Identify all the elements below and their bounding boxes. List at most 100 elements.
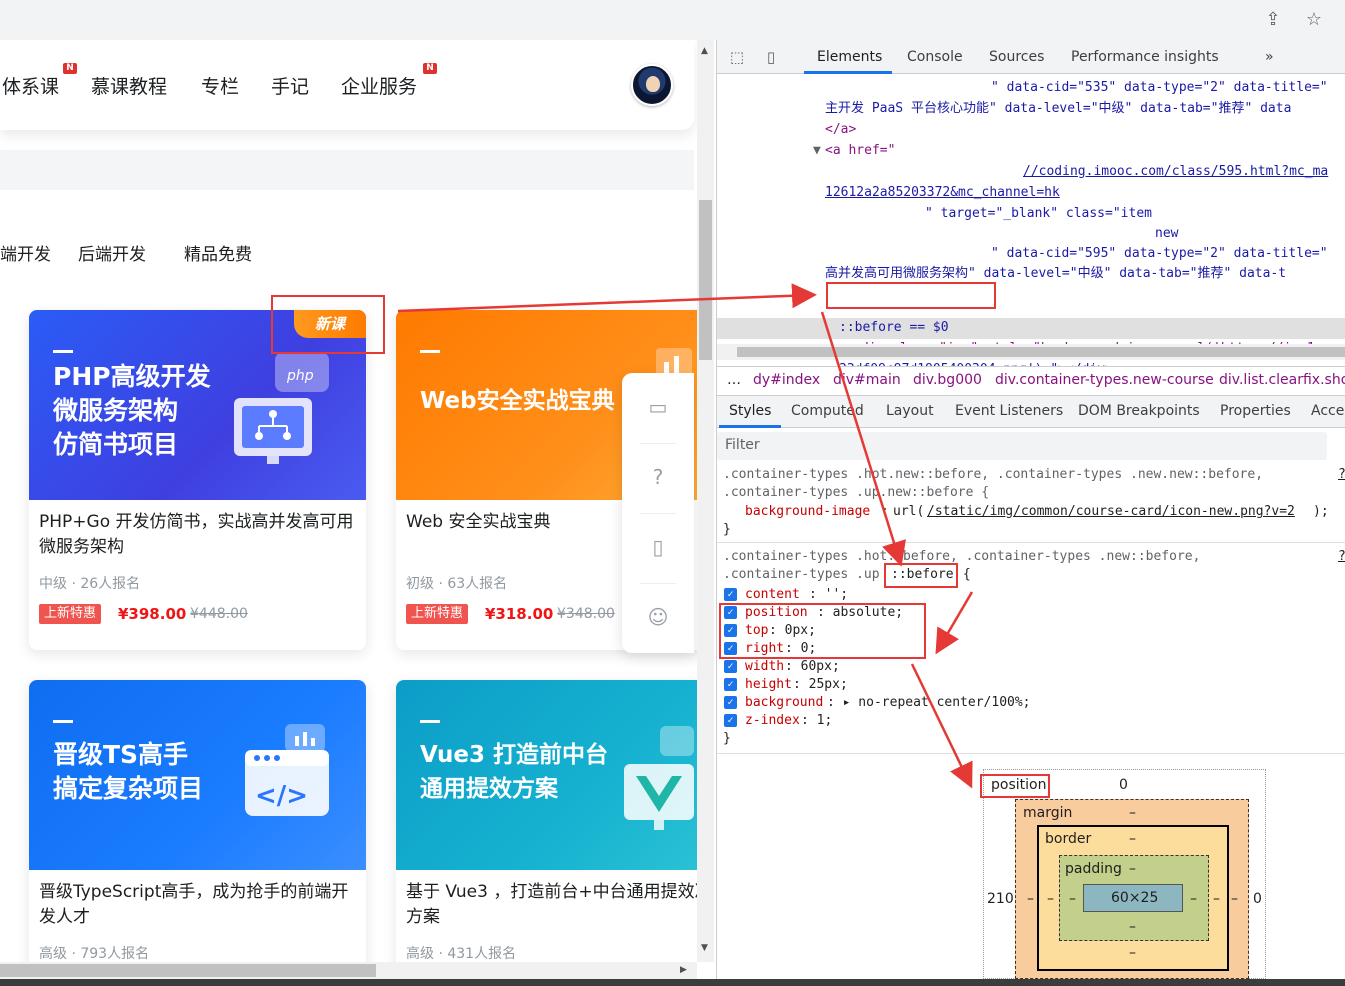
scrollbar-thumb[interactable] (699, 200, 712, 360)
course-card[interactable]: PHP高级开发 微服务架构 仿简书项目 php 新课 PHP+Go 开发仿简书，… (29, 310, 366, 650)
page-horizontal-scrollbar[interactable]: ▶ (0, 962, 697, 979)
dom-line[interactable]: <a href=" (825, 141, 895, 162)
pseudo-before-node[interactable]: ::before == $0 (839, 318, 949, 339)
border-left-value[interactable]: – (1047, 891, 1054, 907)
more-tabs-icon[interactable]: » (1265, 49, 1274, 65)
scroll-down-arrow-icon[interactable]: ▼ (701, 943, 708, 953)
scrollbar-thumb[interactable] (737, 347, 1345, 357)
breadcrumb-item[interactable]: dy#index (753, 372, 820, 388)
nav-item-tutorials[interactable]: 慕课教程 (91, 72, 167, 99)
css-property[interactable]: height (745, 676, 792, 694)
tab-styles[interactable]: Styles (729, 403, 771, 419)
nav-item-columns[interactable]: 专栏 (201, 72, 239, 99)
tab-layout[interactable]: Layout (886, 403, 934, 419)
css-property[interactable]: background-image (745, 503, 870, 521)
css-colon: : (827, 695, 843, 710)
box-model-diagram: position 0 210 0 – margin – – – border –… (983, 769, 1266, 979)
course-title[interactable]: 基于 Vue3 ，打造前台+中台通用提效决方案 (406, 880, 697, 930)
category-tab-backend[interactable]: 后端开发 (78, 240, 146, 265)
breadcrumb-more[interactable]: … (727, 372, 741, 388)
property-checkbox[interactable]: ✓ (724, 588, 737, 601)
css-source-link[interactable]: ? (1338, 548, 1345, 566)
mobile-app-icon[interactable]: ▯ (644, 533, 672, 561)
feedback-icon[interactable]: ☺ (644, 603, 672, 631)
scroll-up-arrow-icon[interactable]: ▲ (701, 46, 708, 56)
css-property[interactable]: background (745, 694, 823, 712)
css-value[interactable]: : 1; (801, 712, 832, 730)
margin-top-value[interactable]: – (1129, 805, 1136, 821)
course-card[interactable]: 晋级TS高手 搞定复杂项目 </> 晋级TypeScript高手，成为抢手的前端… (29, 680, 366, 962)
message-icon[interactable]: ▭ (644, 393, 672, 421)
dom-horizontal-scrollbar[interactable] (717, 344, 1345, 360)
tab-properties[interactable]: Properties (1220, 403, 1291, 419)
expand-triangle-icon[interactable]: ▼ (813, 141, 821, 162)
tab-dom-breakpoints[interactable]: DOM Breakpoints (1078, 403, 1200, 419)
dom-line[interactable]: new (1155, 224, 1178, 245)
dom-line[interactable]: " target="_blank" class="item (925, 204, 1152, 225)
padding-left-value[interactable]: – (1069, 891, 1076, 907)
position-top-value[interactable]: 0 (1119, 777, 1128, 793)
tab-event-listeners[interactable]: Event Listeners (955, 403, 1063, 419)
border-right-value[interactable]: – (1213, 891, 1220, 907)
dom-line[interactable]: " data-cid="595" data-type="2" data-titl… (991, 244, 1328, 265)
dom-link[interactable]: 12612a2a85203372&mc_channel=hk (825, 183, 1060, 204)
css-property[interactable]: width (745, 658, 784, 676)
margin-right-value[interactable]: – (1231, 891, 1238, 907)
dom-line[interactable]: " data-cid="535" data-type="2" data-titl… (991, 78, 1328, 99)
property-checkbox[interactable]: ✓ (724, 696, 737, 709)
css-value[interactable]: : ''; (809, 586, 848, 604)
property-checkbox[interactable]: ✓ (724, 660, 737, 673)
course-title[interactable]: PHP+Go 开发仿简书，实战高并发高可用微服务架构 (39, 510, 357, 560)
nav-item-enterprise[interactable]: 企业服务 (341, 72, 417, 99)
css-value[interactable]: : 60px; (785, 658, 840, 676)
bookmark-star-icon[interactable]: ☆ (1300, 6, 1328, 34)
page-vertical-scrollbar[interactable]: ▲ ▼ (697, 40, 714, 962)
margin-left-value[interactable]: – (1027, 891, 1034, 907)
css-value[interactable]: : 25px; (793, 676, 848, 694)
breadcrumb-item[interactable]: div.list.clearfix.show (1219, 372, 1345, 388)
tab-accessibility[interactable]: Acces (1311, 403, 1345, 419)
dom-link[interactable]: //coding.imooc.com/class/595.html?mc_ma (1023, 162, 1328, 183)
property-checkbox[interactable]: ✓ (724, 714, 737, 727)
breadcrumb-item[interactable]: div#main (833, 372, 901, 388)
css-source-link[interactable]: ? (1338, 466, 1345, 484)
css-property[interactable]: z-index (745, 712, 800, 730)
scrollbar-thumb[interactable] (0, 964, 376, 977)
dom-line[interactable]: </a> (825, 120, 856, 141)
course-card[interactable]: Vue3 打造前中台 通用提效方案 基于 Vue3 ，打造前台+中台通用提效决方… (396, 680, 697, 962)
breadcrumb-item[interactable]: div.bg000 (913, 372, 982, 388)
tab-console[interactable]: Console (907, 49, 963, 65)
nav-item-system-course[interactable]: 体系课 (2, 72, 59, 99)
device-toolbar-icon[interactable]: ▯ (761, 47, 781, 67)
position-left-value[interactable]: 210 (987, 891, 1014, 907)
padding-bottom-value[interactable]: – (1129, 919, 1136, 935)
tab-computed[interactable]: Computed (791, 403, 864, 419)
tab-elements[interactable]: Elements (817, 49, 882, 65)
dom-line[interactable]: 主开发 PaaS 平台核心功能" data-level="中级" data-ta… (825, 99, 1291, 120)
inspect-element-icon[interactable]: ⬚ (727, 47, 747, 67)
position-right-value[interactable]: 0 (1253, 891, 1262, 907)
border-top-value[interactable]: – (1129, 831, 1136, 847)
avatar[interactable] (631, 64, 673, 106)
nav-item-notes[interactable]: 手记 (271, 72, 309, 99)
tab-sources[interactable]: Sources (989, 49, 1044, 65)
border-bottom-value[interactable]: – (1129, 945, 1136, 961)
css-url-link[interactable]: /static/img/common/course-card/icon-new.… (927, 503, 1295, 521)
css-property[interactable]: content (745, 586, 800, 604)
tab-performance-insights[interactable]: Performance insights (1071, 49, 1219, 65)
category-tab-frontend[interactable]: 端开发 (0, 240, 51, 265)
divider (640, 443, 676, 444)
padding-top-value[interactable]: – (1129, 861, 1136, 877)
breadcrumb-item[interactable]: div.container-types.new-course (995, 372, 1214, 388)
share-icon[interactable]: ⇪ (1259, 6, 1287, 34)
scroll-right-arrow-icon[interactable]: ▶ (680, 965, 687, 975)
category-tab-free[interactable]: 精品免费 (184, 240, 252, 265)
property-checkbox[interactable]: ✓ (724, 678, 737, 691)
content-size[interactable]: 60×25 (1111, 890, 1158, 906)
css-value[interactable]: : ▸ no-repeat center/100%; (827, 694, 1031, 712)
styles-filter-input[interactable]: Filter (717, 432, 1327, 460)
css-value[interactable]: url( (893, 503, 924, 521)
padding-right-value[interactable]: – (1190, 891, 1197, 907)
course-title[interactable]: 晋级TypeScript高手，成为抢手的前端开发人才 (39, 880, 357, 930)
help-icon[interactable]: ? (644, 463, 672, 491)
